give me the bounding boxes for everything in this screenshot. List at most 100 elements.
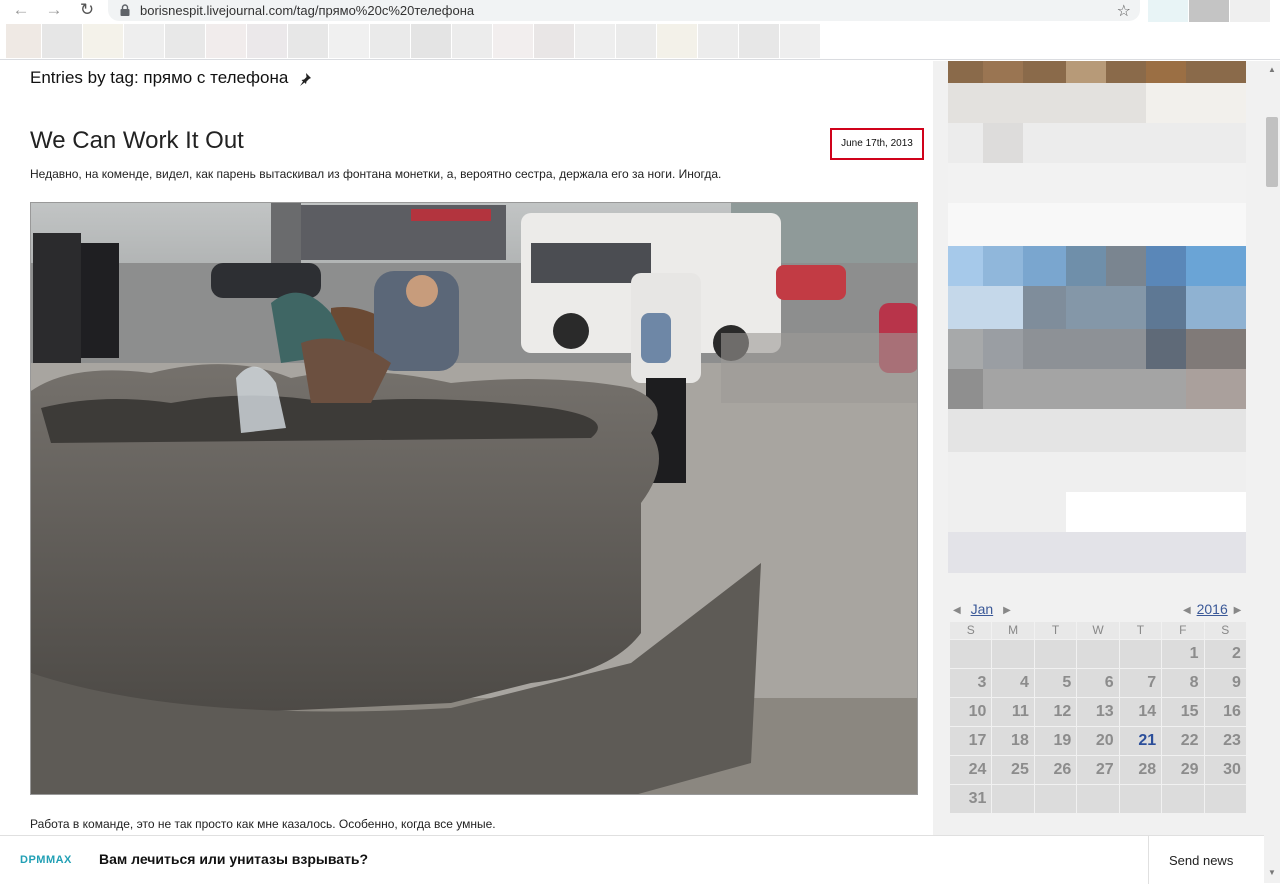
calendar-day: 13: [1077, 698, 1119, 726]
bookmark-item[interactable]: [534, 24, 574, 58]
calendar-empty-cell: [1034, 640, 1077, 668]
blog-content: Entries by tag: прямо с телефона We Can …: [0, 61, 933, 835]
send-news-button[interactable]: Send news: [1169, 853, 1233, 868]
calendar-day: 19: [1034, 727, 1077, 755]
calendar-day: 23: [1204, 727, 1246, 755]
bookmark-item[interactable]: [657, 24, 697, 58]
bookmark-item[interactable]: [452, 24, 492, 58]
scroll-up-icon[interactable]: ▲: [1268, 65, 1276, 74]
bookmark-item[interactable]: [780, 24, 820, 58]
extension-icon[interactable]: [1189, 0, 1229, 22]
calendar-weekday: T: [1119, 622, 1162, 639]
calendar-week-row: 17 18 19 20 21 22 23: [950, 727, 1247, 755]
calendar-day: 30: [1204, 756, 1246, 784]
calendar-day: 8: [1162, 669, 1204, 697]
bookmark-item[interactable]: [288, 24, 328, 58]
calendar-day: 24: [950, 756, 992, 784]
lock-icon: [120, 4, 130, 16]
back-icon[interactable]: ←: [10, 0, 32, 22]
calendar-day: 14: [1119, 698, 1162, 726]
calendar-day: 25: [992, 756, 1034, 784]
calendar-day: 20: [1077, 727, 1119, 755]
calendar-weekday: S: [1204, 622, 1246, 639]
calendar-week-row: 24 25 26 27 28 29 30: [950, 756, 1247, 784]
bookmark-item[interactable]: [411, 24, 451, 58]
calendar-weekday: T: [1034, 622, 1077, 639]
scroll-thumb[interactable]: [1266, 117, 1278, 187]
calendar-day: 12: [1034, 698, 1077, 726]
bookmark-item[interactable]: [698, 24, 738, 58]
pin-icon[interactable]: [297, 72, 313, 86]
calendar-weekday-row: SMTWTFS: [950, 622, 1247, 639]
calendar-empty-cell: [950, 640, 992, 668]
calendar-day: 5: [1034, 669, 1077, 697]
calendar-year-nav: ◀ 2016 ▶: [1183, 601, 1241, 619]
calendar-week-row: 3456789: [950, 669, 1247, 697]
calendar-weekday: F: [1162, 622, 1204, 639]
prev-year-icon[interactable]: ◀: [1183, 605, 1191, 616]
calendar-day: 7: [1119, 669, 1162, 697]
calendar-day: 27: [1077, 756, 1119, 784]
forward-icon[interactable]: →: [43, 0, 65, 22]
next-month-icon[interactable]: ▶: [1003, 605, 1011, 616]
bookmark-item[interactable]: [329, 24, 369, 58]
browser-toolbar: ← → ↻ borisnespit.livejournal.com/tag/пр…: [0, 0, 1280, 22]
calendar-empty-cell: [1034, 785, 1077, 813]
address-bar[interactable]: borisnespit.livejournal.com/tag/прямо%20…: [108, 0, 1140, 21]
calendar-weekday: S: [950, 622, 992, 639]
calendar-week-row: 31: [950, 785, 1247, 813]
news-ticker-bar: DPMMAX Вам лечиться или унитазы взрывать…: [0, 835, 1264, 884]
url-text: borisnespit.livejournal.com/tag/прямо%20…: [140, 3, 475, 18]
calendar-month-nav: ◀ Jan ▶: [953, 601, 1011, 619]
bookmarks-bar: [0, 22, 1280, 60]
calendar-day: 18: [992, 727, 1034, 755]
bookmark-item[interactable]: [739, 24, 779, 58]
calendar-empty-cell: [992, 640, 1034, 668]
page-scrollbar[interactable]: ▲ ▼: [1264, 61, 1280, 883]
calendar-month-link[interactable]: Jan: [971, 601, 994, 617]
news-brand[interactable]: DPMMAX: [20, 854, 72, 866]
bookmark-item[interactable]: [206, 24, 246, 58]
calendar-day: 2: [1204, 640, 1246, 668]
entry-text-second: Работа в команде, это не так просто как …: [30, 817, 496, 831]
bookmark-item[interactable]: [575, 24, 615, 58]
calendar-year-link[interactable]: 2016: [1197, 601, 1228, 617]
bookmark-item[interactable]: [83, 24, 123, 58]
sidebar-ad-image[interactable]: [948, 61, 1246, 573]
calendar-empty-cell: [1077, 640, 1119, 668]
reload-icon[interactable]: ↻: [76, 0, 98, 22]
calendar-day: 1: [1162, 640, 1204, 668]
calendar-day: 16: [1204, 698, 1246, 726]
entry-text: Недавно, на коменде, видел, как парень в…: [30, 167, 722, 181]
calendar-day: 10: [950, 698, 992, 726]
calendar-day: 9: [1204, 669, 1246, 697]
scroll-down-icon[interactable]: ▼: [1268, 868, 1276, 877]
next-year-icon[interactable]: ▶: [1234, 605, 1242, 616]
bookmark-item[interactable]: [42, 24, 82, 58]
bookmark-item[interactable]: [6, 24, 41, 58]
fountain-photo-image: [31, 203, 917, 794]
extension-icon[interactable]: [1148, 0, 1188, 22]
news-headline[interactable]: Вам лечиться или унитазы взрывать?: [99, 851, 368, 867]
entry-photo[interactable]: [30, 202, 918, 795]
calendar-day: 28: [1119, 756, 1162, 784]
bookmark-item[interactable]: [247, 24, 287, 58]
calendar-day: 11: [992, 698, 1034, 726]
bookmark-item[interactable]: [616, 24, 656, 58]
entry-title[interactable]: We Can Work It Out: [30, 127, 244, 155]
calendar-day: 22: [1162, 727, 1204, 755]
prev-month-icon[interactable]: ◀: [953, 605, 961, 616]
tag-heading-text: Entries by tag: прямо с телефона: [30, 68, 289, 87]
calendar-day: 26: [1034, 756, 1077, 784]
bookmark-star-icon[interactable]: ☆: [1117, 1, 1131, 21]
sidebar: ◀ Jan ▶ ◀ 2016 ▶ S M T W T F S 1 2 3 4 5 6 7 8 9 10 11 12 1…: [933, 61, 1264, 835]
calendar-empty-cell: [1077, 785, 1119, 813]
bookmark-item[interactable]: [124, 24, 164, 58]
bookmark-item[interactable]: [493, 24, 533, 58]
calendar-day-highlighted[interactable]: 21: [1119, 727, 1162, 755]
bookmark-item[interactable]: [370, 24, 410, 58]
profile-icon[interactable]: [1230, 0, 1270, 22]
bookmark-item[interactable]: [165, 24, 205, 58]
calendar-day: 17: [950, 727, 992, 755]
calendar-empty-cell: [1119, 785, 1162, 813]
